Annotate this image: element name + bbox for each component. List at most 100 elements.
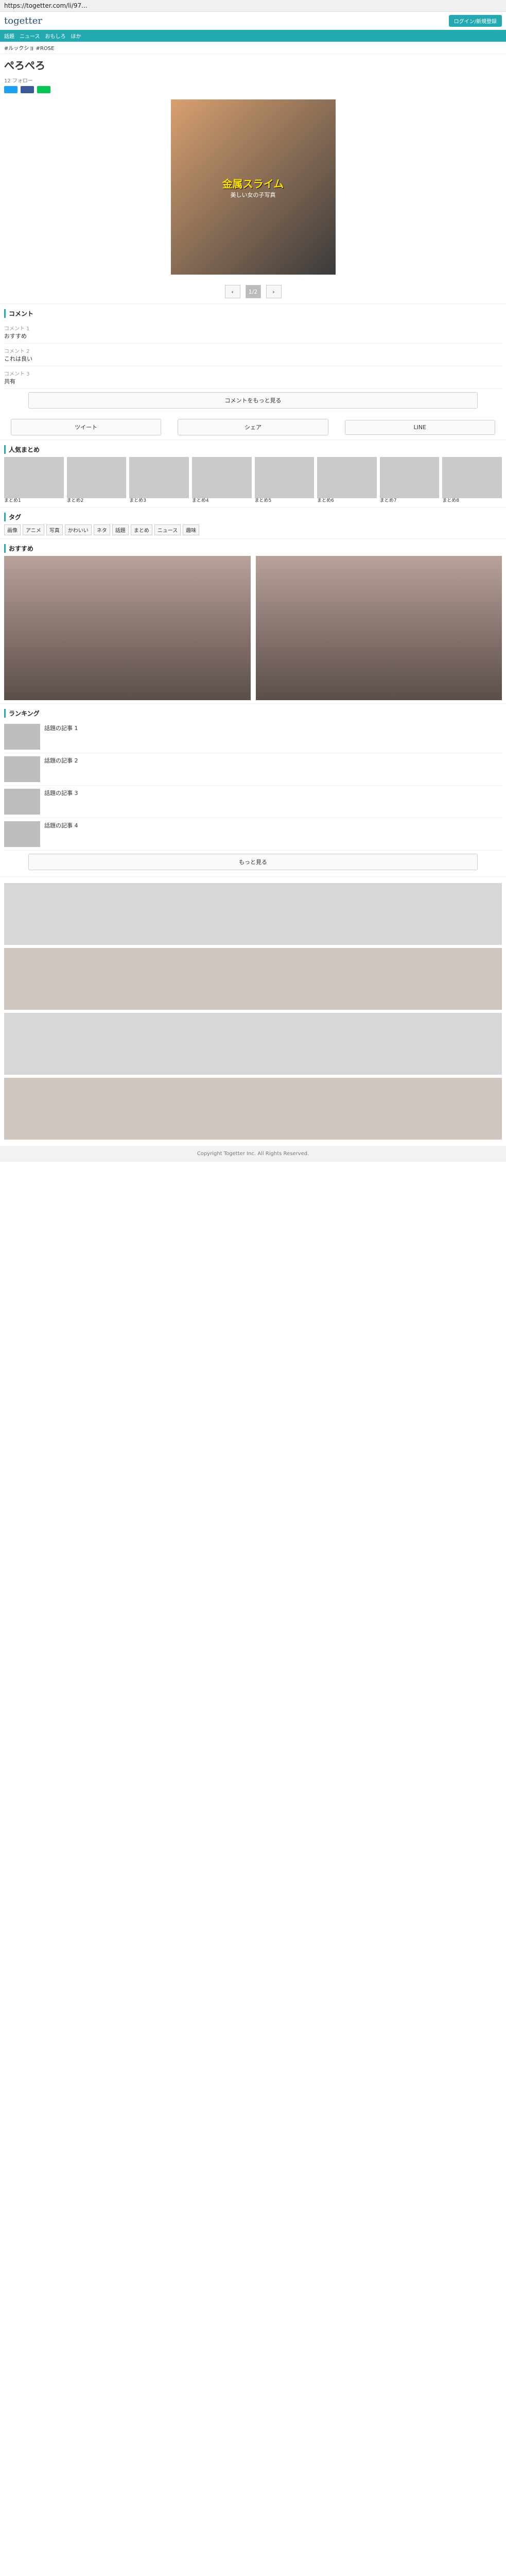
current-page: 1/2 [245,285,261,298]
login-button[interactable]: ログイン/新規登録 [448,15,502,27]
thumbnail[interactable] [442,457,502,498]
url-bar[interactable]: https://togetter.com/li/97... [0,0,506,12]
section-heading: おすすめ [4,544,502,553]
list-item[interactable]: 話題の記事 3 [4,786,502,818]
thumbnail-caption[interactable]: まとめ8 [442,498,502,504]
thumbnail[interactable] [254,457,315,498]
list-title[interactable]: 話題の記事 3 [44,789,78,815]
hero-image[interactable]: 金属スライム 美しい女の子写真 [170,99,336,275]
twitter-share-icon[interactable] [4,86,18,93]
content-image[interactable] [4,1077,502,1140]
featured-photos [4,555,502,700]
comment: コメント 3 共有 [4,366,502,389]
thumbnail-caption[interactable]: まとめ6 [317,498,377,504]
site-header: togetter ログイン/新規登録 [0,12,506,30]
line-button[interactable]: LINE [344,419,495,435]
nav-item[interactable]: 話題 [4,32,14,40]
featured-photo[interactable] [255,555,502,700]
thumbnail-caption[interactable]: まとめ1 [4,498,64,504]
next-page-button[interactable]: › [266,285,282,298]
line-share-icon[interactable] [37,86,50,93]
tag[interactable]: アニメ [23,524,44,535]
grid-item[interactable]: まとめ3 [129,457,189,504]
tag[interactable]: 話題 [112,524,129,535]
tag[interactable]: ニュース [154,524,181,535]
comment-meta: コメント 3 [4,371,30,377]
thumbnail[interactable] [191,457,252,498]
tag[interactable]: 画像 [4,524,21,535]
thumbnail-caption[interactable]: まとめ5 [255,498,315,504]
tag[interactable]: 趣味 [183,524,200,535]
comment-meta: コメント 1 [4,326,30,332]
section-heading: 人気まとめ [4,445,502,454]
pagination: ‹ 1/2 › [0,280,506,303]
tag[interactable]: 写真 [46,524,63,535]
grid-item[interactable]: まとめ5 [254,457,315,504]
thumbnail[interactable] [317,457,377,498]
article-meta: 12 フォロー [4,78,33,84]
tag[interactable]: まとめ [130,524,152,535]
list-title[interactable]: 話題の記事 1 [44,724,78,750]
content-image[interactable] [4,1012,502,1075]
thumbnail-caption[interactable]: まとめ4 [192,498,252,504]
list-thumbnail[interactable] [4,756,40,782]
facebook-button[interactable]: シェア [178,419,328,435]
recommend-section: おすすめ [0,538,506,703]
more-comments-button[interactable]: コメントをもっと見る [28,392,478,409]
tags-section: タグ 画像 アニメ 写真 かわいい ネタ 話題 まとめ ニュース 趣味 [0,506,506,538]
page-footer: Copyright Togetter Inc. All Rights Reser… [0,1145,506,1162]
tag-list: 画像 アニメ 写真 かわいい ネタ 話題 まとめ ニュース 趣味 [4,524,502,535]
list-item[interactable]: 話題の記事 1 [4,721,502,753]
section-heading: ランキング [4,708,502,718]
nav-item[interactable]: ほか [71,32,81,40]
thumbnail-grid: まとめ1 まとめ2 まとめ3 まとめ4 まとめ5 まとめ6 まとめ7 まとめ8 [4,457,502,504]
thumbnail-caption[interactable]: まとめ2 [67,498,127,504]
list-thumbnail[interactable] [4,788,40,815]
grid-item[interactable]: まとめ6 [317,457,377,504]
grid-item[interactable]: まとめ4 [191,457,252,504]
grid-item[interactable]: まとめ7 [379,457,440,504]
thumbnail[interactable] [129,457,189,498]
comment-body: 共有 [4,378,15,385]
content-image[interactable] [4,947,502,1010]
comment: コメント 2 これは良い [4,344,502,366]
content-image[interactable] [4,883,502,945]
thumbnail[interactable] [379,457,440,498]
breadcrumb[interactable]: #ルックショ #ROSE [0,42,506,54]
list-title[interactable]: 話題の記事 2 [44,756,78,782]
comment-body: これは良い [4,355,32,362]
tag[interactable]: かわいい [64,524,92,535]
image-strips [0,876,506,1146]
list-thumbnail[interactable] [4,821,40,847]
thumbnail-caption[interactable]: まとめ3 [129,498,189,504]
section-heading: タグ [4,512,502,521]
comment: コメント 1 おすすめ [4,321,502,344]
thumbnail[interactable] [4,457,64,498]
page-title: ぺろぺろ [4,59,45,72]
list-thumbnail[interactable] [4,723,40,750]
prev-page-button[interactable]: ‹ [224,285,240,298]
facebook-share-icon[interactable] [21,86,34,93]
twitter-button[interactable]: ツイート [11,419,162,435]
grid-item[interactable]: まとめ8 [442,457,502,504]
site-logo[interactable]: togetter [4,15,42,26]
list-item[interactable]: 話題の記事 2 [4,753,502,786]
list-title[interactable]: 話題の記事 4 [44,821,78,847]
nav-item[interactable]: おもしろ [45,32,66,40]
share-buttons: ツイート シェア LINE [0,415,506,439]
ranking-section: ランキング 話題の記事 1 話題の記事 2 話題の記事 3 話題の記事 4 もっ… [0,703,506,876]
main-nav: 話題 ニュース おもしろ ほか [0,30,506,42]
more-button[interactable]: もっと見る [28,853,478,870]
featured-photo[interactable] [4,555,251,700]
grid-item[interactable]: まとめ1 [4,457,64,504]
thumbnail[interactable] [66,457,127,498]
list-item[interactable]: 話題の記事 4 [4,818,502,851]
thumbnail-caption[interactable]: まとめ7 [380,498,440,504]
comment-body: おすすめ [4,333,27,340]
hero-subtext: 美しい女の子写真 [230,191,276,198]
tag[interactable]: ネタ [93,524,110,535]
nav-item[interactable]: ニュース [20,32,40,40]
section-heading: コメント [4,309,502,318]
grid-item[interactable]: まとめ2 [66,457,127,504]
hero-overlay-text: 金属スライム [222,177,284,190]
